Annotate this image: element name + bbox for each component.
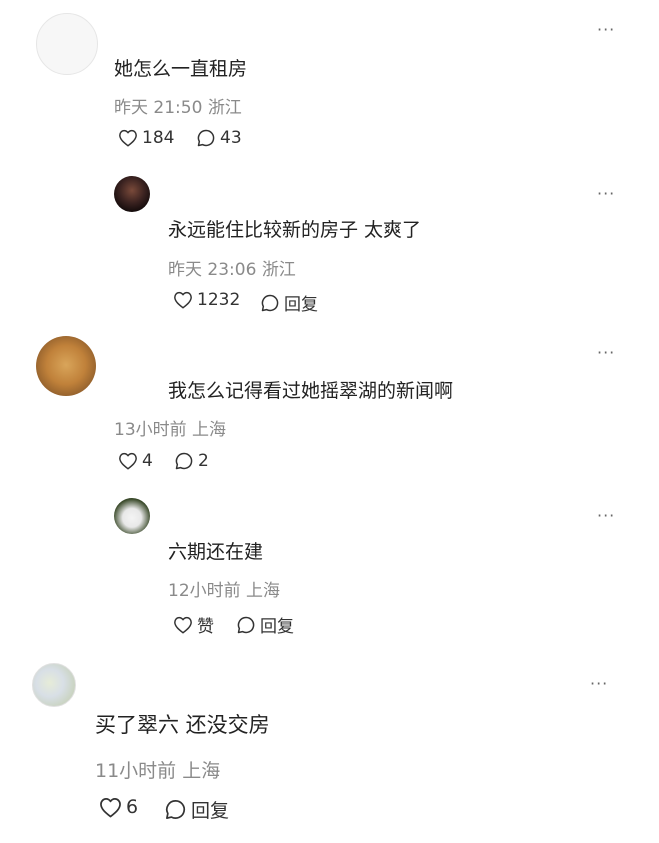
avatar[interactable] <box>114 498 150 534</box>
more-options-button[interactable]: ··· <box>597 186 615 202</box>
comment-meta: 昨天 21:50 浙江 <box>114 93 242 118</box>
reply-label: 回复 <box>284 295 318 315</box>
avatar[interactable] <box>36 336 96 396</box>
reply-button[interactable]: 43 <box>196 128 242 148</box>
comment-time: 11小时前 <box>95 760 177 782</box>
comment-time: 昨天 21:50 <box>114 98 203 118</box>
like-button[interactable]: 4 <box>118 451 153 471</box>
comment-meta: 12小时前 上海 <box>168 576 280 601</box>
comment-text: 买了翠六 还没交房 <box>95 713 270 737</box>
comment-bubble-icon <box>174 451 194 471</box>
comment-location: 上海 <box>246 581 281 601</box>
comment-bubble-icon <box>196 128 216 148</box>
comment-text: 永远能住比较新的房子 太爽了 <box>168 219 422 241</box>
heart-icon <box>173 616 193 634</box>
heart-icon <box>99 797 122 818</box>
avatar[interactable] <box>36 13 98 75</box>
reply-count: 2 <box>198 451 209 471</box>
heart-icon <box>118 129 138 147</box>
like-count: 184 <box>142 128 175 148</box>
like-button[interactable]: 184 <box>118 128 174 148</box>
comment-text: 她怎么一直租房 <box>114 58 248 80</box>
more-options-button[interactable]: ··· <box>590 676 608 692</box>
like-label: 赞 <box>197 617 214 637</box>
comment-time: 12小时前 <box>168 581 241 601</box>
heart-icon <box>118 452 138 470</box>
reply-label: 回复 <box>191 800 230 822</box>
comment-meta: 昨天 23:06 浙江 <box>168 255 296 280</box>
reply-label: 回复 <box>260 617 294 637</box>
reply-button[interactable]: 回复 <box>236 612 294 637</box>
like-count: 4 <box>142 451 153 471</box>
comment-meta: 11小时前 上海 <box>95 756 220 783</box>
more-options-button[interactable]: ··· <box>597 345 615 361</box>
avatar[interactable] <box>114 176 150 212</box>
comment-bubble-icon <box>164 798 187 821</box>
reply-button[interactable]: 回复 <box>164 796 229 823</box>
like-button[interactable]: 6 <box>99 796 138 818</box>
reply-count: 43 <box>220 128 242 148</box>
comment-location: 浙江 <box>207 98 242 118</box>
more-options-button[interactable]: ··· <box>597 508 615 524</box>
comment-bubble-icon <box>260 293 280 313</box>
comment-meta: 13小时前 上海 <box>114 415 226 440</box>
avatar[interactable] <box>32 663 76 707</box>
comment-location: 上海 <box>192 420 227 440</box>
like-count: 1232 <box>197 290 241 310</box>
like-button[interactable]: 赞 <box>173 612 214 637</box>
more-options-button[interactable]: ··· <box>597 22 615 38</box>
comment-location: 浙江 <box>261 260 296 280</box>
reply-button[interactable]: 回复 <box>260 290 318 315</box>
comment-time: 13小时前 <box>114 420 187 440</box>
comment-time: 昨天 23:06 <box>168 260 257 280</box>
comment-text: 六期还在建 <box>168 541 264 563</box>
like-count: 6 <box>126 796 139 818</box>
comment-bubble-icon <box>236 615 256 635</box>
reply-button[interactable]: 2 <box>174 451 209 471</box>
heart-icon <box>173 291 193 309</box>
like-button[interactable]: 1232 <box>173 290 240 310</box>
comment-location: 上海 <box>182 760 221 782</box>
comment-text: 我怎么记得看过她摇翠湖的新闻啊 <box>168 380 454 402</box>
